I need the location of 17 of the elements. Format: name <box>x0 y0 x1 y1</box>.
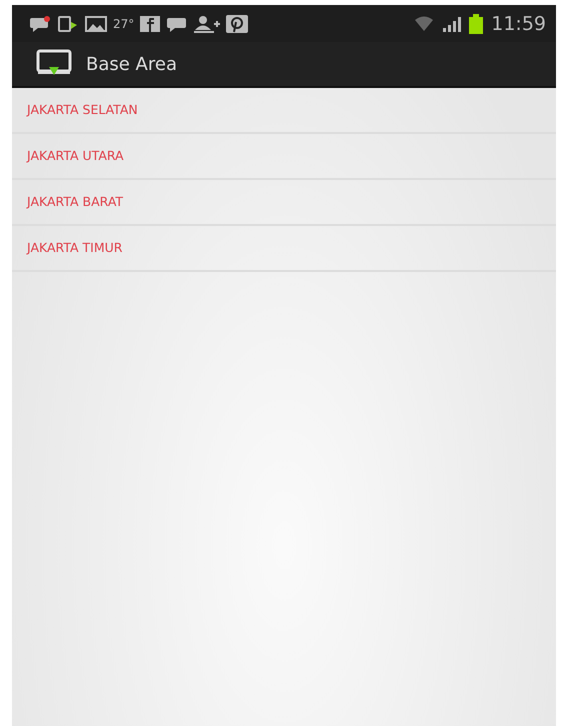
image-icon <box>85 16 107 32</box>
facebook-icon <box>140 16 160 32</box>
list-item[interactable]: JAKARTA UTARA <box>12 134 556 180</box>
wifi-icon <box>413 14 436 32</box>
chat-icon <box>166 16 188 32</box>
chat-icon <box>29 16 51 32</box>
device-icon <box>57 16 79 32</box>
list-item[interactable]: JAKARTA TIMUR <box>12 226 556 272</box>
screen-title: Base Area <box>86 54 177 74</box>
battery-icon <box>469 14 484 34</box>
clock: 11:59 <box>491 12 546 34</box>
list-item[interactable]: JAKARTA BARAT <box>12 180 556 226</box>
pinterest-icon <box>226 14 248 32</box>
add-person-icon <box>194 14 220 32</box>
list-item[interactable]: JAKARTA SELATAN <box>12 88 556 134</box>
temperature: 27° <box>113 16 134 30</box>
signal-icon <box>441 14 464 32</box>
